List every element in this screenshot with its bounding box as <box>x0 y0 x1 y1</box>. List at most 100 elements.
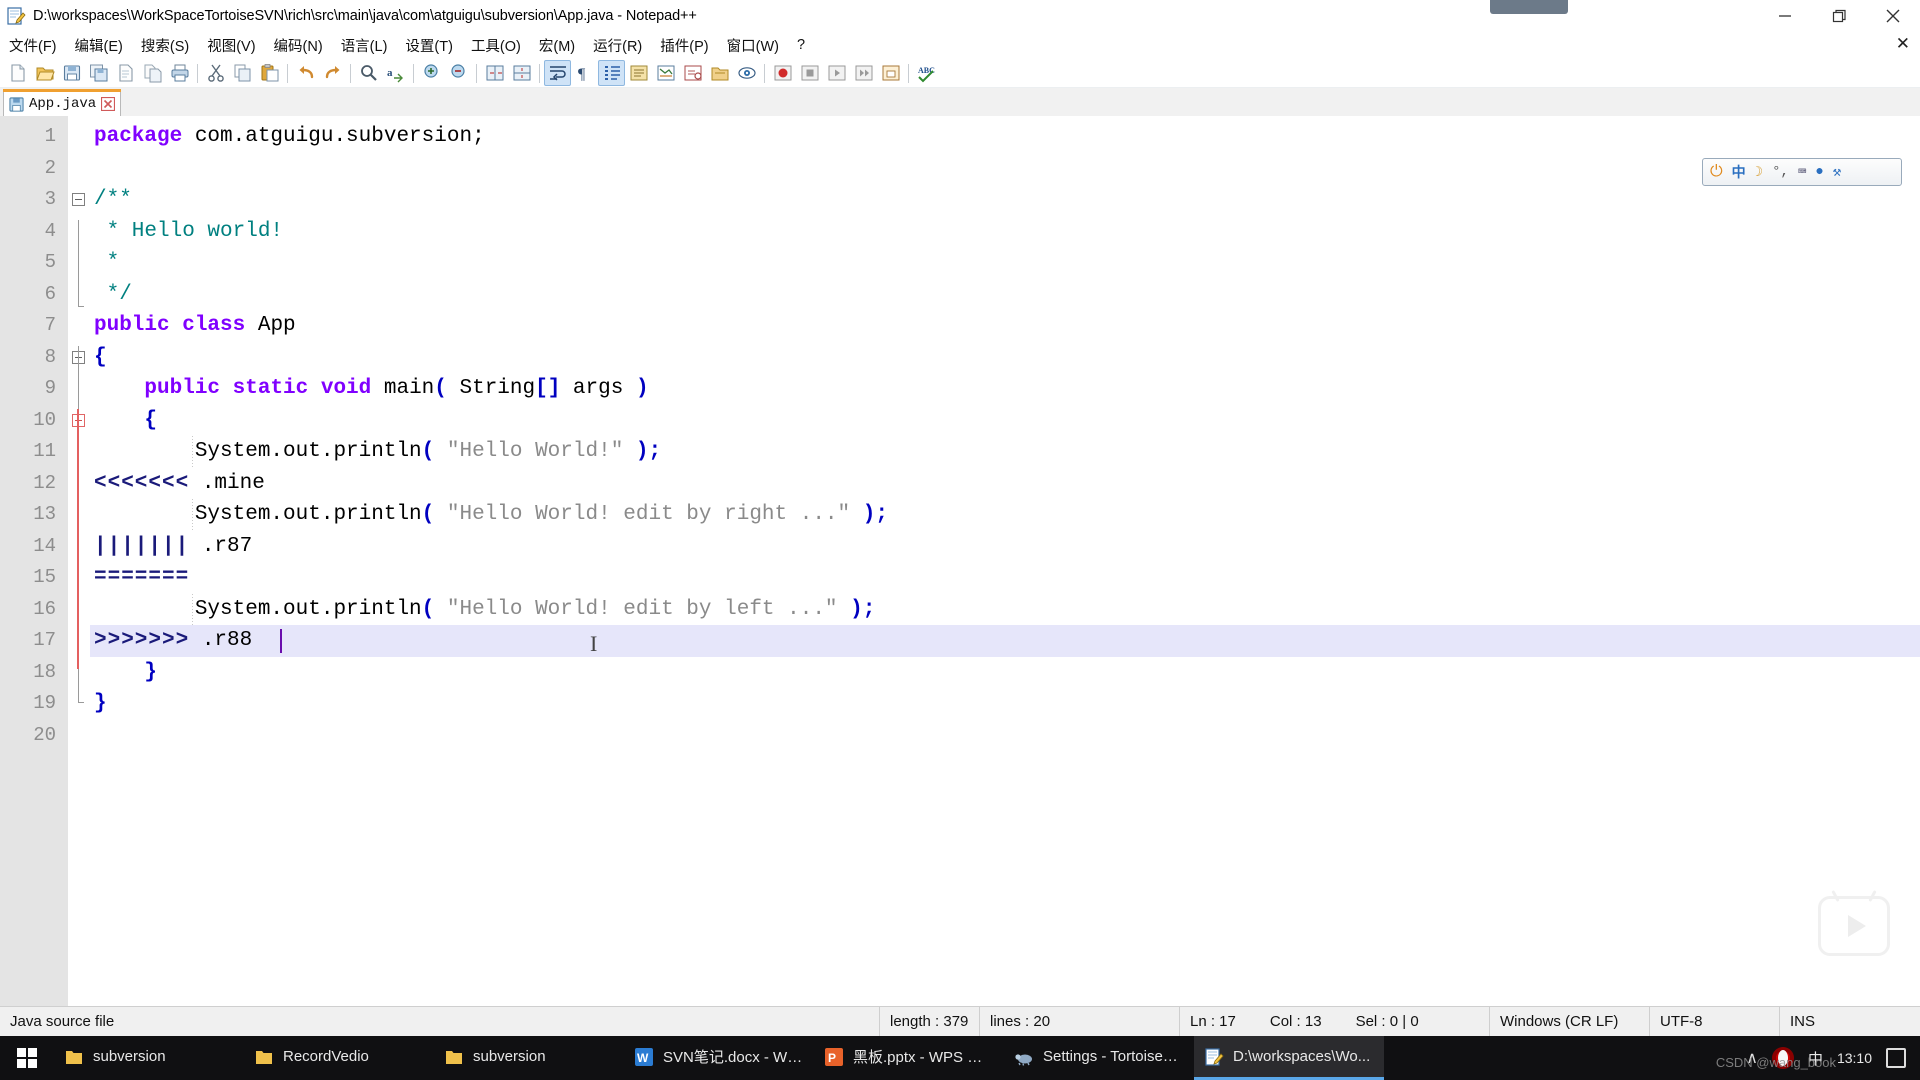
ime-chinese-mode[interactable]: 中 <box>1732 162 1746 182</box>
menu-language[interactable]: 语言(L) <box>332 33 397 58</box>
ime-power-icon[interactable]: ⏻ <box>1710 163 1723 181</box>
ime-punctuation-icon[interactable]: °, <box>1772 164 1789 180</box>
code-area[interactable]: package com.atguigu.subversion; /** * He… <box>90 116 1920 1006</box>
close-document-icon[interactable]: ✕ <box>1896 34 1910 54</box>
close-icon[interactable] <box>101 96 116 112</box>
copy-icon[interactable] <box>229 60 256 86</box>
tab-app-java[interactable]: App.java <box>3 89 122 116</box>
sync-vertical-icon[interactable] <box>481 60 508 86</box>
code-line[interactable]: /** <box>90 184 1920 216</box>
menu-settings[interactable]: 设置(T) <box>396 33 462 58</box>
taskbar-item-subversion-2[interactable]: subversion <box>434 1036 624 1080</box>
replace-icon[interactable]: a <box>382 60 409 86</box>
menu-tools[interactable]: 工具(O) <box>462 33 530 58</box>
taskbar-item-tortoisesvn-settings[interactable]: Settings - TortoiseS... <box>1004 1036 1194 1080</box>
menu-file[interactable]: 文件(F) <box>0 33 66 58</box>
ime-moon-icon[interactable]: ☽ <box>1755 164 1763 181</box>
indent-guide-icon[interactable] <box>598 59 625 86</box>
code-line[interactable]: System.out.println( "Hello World!" ); <box>90 436 1920 468</box>
save-all-icon[interactable] <box>85 60 112 86</box>
system-clock[interactable]: 13:10 <box>1837 1050 1872 1066</box>
new-file-icon[interactable] <box>4 60 31 86</box>
code-line[interactable]: public class App <box>90 310 1920 342</box>
function-list-icon[interactable] <box>679 60 706 86</box>
code-line[interactable]: package com.atguigu.subversion; <box>90 121 1920 153</box>
code-line[interactable]: */ <box>90 279 1920 311</box>
status-insert-mode[interactable]: INS <box>1780 1007 1860 1037</box>
start-button[interactable] <box>0 1036 54 1080</box>
status-eol[interactable]: Windows (CR LF) <box>1490 1006 1650 1037</box>
menu-help[interactable]: ? <box>788 35 814 55</box>
open-file-icon[interactable] <box>31 60 58 86</box>
print-icon[interactable] <box>166 60 193 86</box>
cut-icon[interactable] <box>202 60 229 86</box>
zoom-in-icon[interactable] <box>418 60 445 86</box>
opera-icon[interactable] <box>1771 1047 1794 1069</box>
stop-macro-icon[interactable] <box>796 60 823 86</box>
sync-horizontal-icon[interactable] <box>508 60 535 86</box>
screen-recorder-handle[interactable] <box>1490 0 1568 14</box>
code-line[interactable]: } <box>90 688 1920 720</box>
spell-check-icon[interactable]: ABC <box>913 60 940 86</box>
menu-edit[interactable]: 编辑(E) <box>66 33 132 58</box>
paste-icon[interactable] <box>256 60 283 86</box>
close-button[interactable] <box>1866 0 1920 32</box>
taskbar-item-recordvedio[interactable]: RecordVedio <box>244 1036 434 1080</box>
menu-plugins[interactable]: 插件(P) <box>651 33 717 58</box>
menu-encoding[interactable]: 编码(N) <box>265 33 332 58</box>
code-line[interactable]: * Hello world! <box>90 216 1920 248</box>
chevron-up-icon[interactable]: ∧ <box>1746 1048 1758 1068</box>
status-encoding[interactable]: UTF-8 <box>1650 1006 1780 1037</box>
redo-icon[interactable] <box>319 60 346 86</box>
code-line[interactable]: { <box>90 405 1920 437</box>
zoom-out-icon[interactable] <box>445 60 472 86</box>
fold-toggle-comment-icon[interactable] <box>72 193 85 206</box>
document-map-icon[interactable] <box>652 60 679 86</box>
ime-user-icon[interactable]: ● <box>1815 164 1823 180</box>
word-wrap-icon[interactable] <box>544 59 571 86</box>
user-define-dialog-icon[interactable] <box>625 60 652 86</box>
ime-keyboard-icon[interactable]: ⌨ <box>1798 164 1806 181</box>
menu-search[interactable]: 搜索(S) <box>132 33 198 58</box>
code-line[interactable]: <<<<<<< .mine <box>90 468 1920 500</box>
menu-view[interactable]: 视图(V) <box>198 33 264 58</box>
notes-icon[interactable] <box>1886 1048 1906 1068</box>
code-line[interactable]: { <box>90 342 1920 374</box>
taskbar-item-svn-notes[interactable]: W SVN笔记.docx - WP... <box>624 1036 814 1080</box>
ime-floating-toolbar[interactable]: ⏻ 中 ☽ °, ⌨ ● ⚒ <box>1702 158 1902 186</box>
taskbar-item-notepadpp[interactable]: D:\workspaces\Wo... <box>1194 1036 1384 1080</box>
show-all-chars-icon[interactable]: ¶ <box>571 60 598 86</box>
play-macro-multi-icon[interactable] <box>850 60 877 86</box>
code-line[interactable] <box>90 153 1920 185</box>
code-line[interactable]: ======= <box>90 562 1920 594</box>
menu-macro[interactable]: 宏(M) <box>530 33 584 58</box>
ime-indicator[interactable]: 中 <box>1808 1048 1823 1069</box>
save-file-icon[interactable] <box>58 60 85 86</box>
fold-margin[interactable] <box>68 116 90 1006</box>
menu-run[interactable]: 运行(R) <box>584 33 651 58</box>
folder-workspace-icon[interactable] <box>706 60 733 86</box>
save-macro-icon[interactable] <box>877 60 904 86</box>
code-editor[interactable]: 1 2 3 4 5 6 7 8 9 10 11 12 13 14 15 16 1… <box>0 116 1920 1006</box>
taskbar-item-blackboard-ppt[interactable]: P 黑板.pptx - WPS 演示 <box>814 1036 1004 1080</box>
taskbar-item-subversion-1[interactable]: subversion <box>54 1036 244 1080</box>
find-icon[interactable] <box>355 60 382 86</box>
code-line[interactable]: System.out.println( "Hello World! edit b… <box>90 593 1920 625</box>
code-line[interactable]: } <box>90 657 1920 689</box>
code-line[interactable]: * <box>90 247 1920 279</box>
menu-window[interactable]: 窗口(W) <box>718 33 788 58</box>
close-all-icon[interactable] <box>139 60 166 86</box>
play-macro-icon[interactable] <box>823 60 850 86</box>
code-line[interactable] <box>90 720 1920 752</box>
code-line[interactable]: System.out.println( "Hello World! edit b… <box>90 499 1920 531</box>
minimize-button[interactable] <box>1758 0 1812 32</box>
ime-settings-icon[interactable]: ⚒ <box>1833 164 1841 181</box>
record-macro-icon[interactable] <box>769 60 796 86</box>
close-file-icon[interactable] <box>112 60 139 86</box>
monitoring-icon[interactable] <box>733 60 760 86</box>
code-line[interactable]: ||||||| .r87 <box>90 531 1920 563</box>
code-line[interactable]: public static void main( String[] args ) <box>90 373 1920 405</box>
maximize-button[interactable] <box>1812 0 1866 32</box>
undo-icon[interactable] <box>292 60 319 86</box>
code-line-current[interactable]: >>>>>>> .r88 I <box>90 625 1920 657</box>
